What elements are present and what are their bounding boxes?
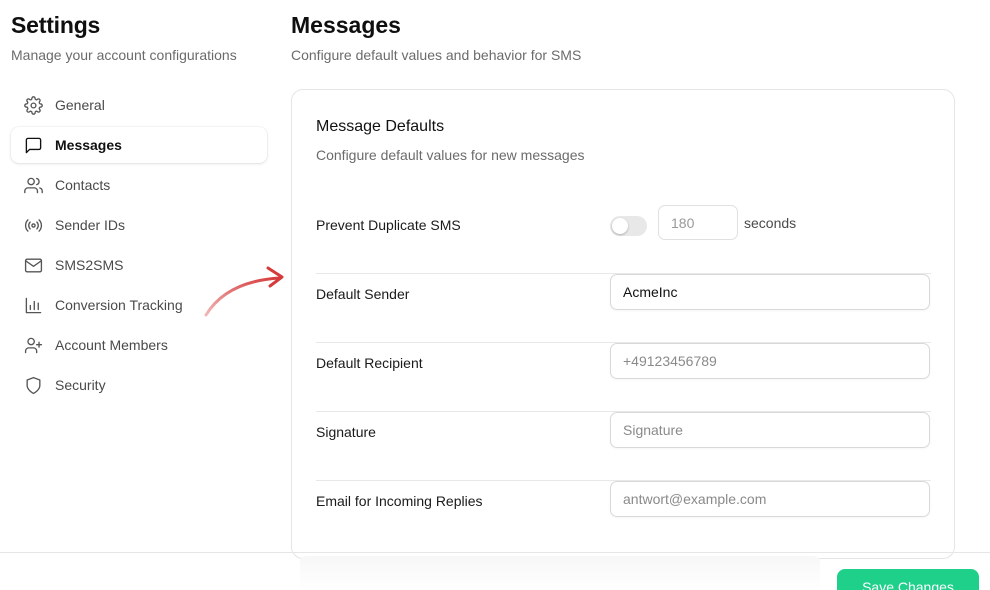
seconds-unit-label: seconds [744, 215, 797, 231]
sidebar-item-label: Contacts [55, 177, 111, 193]
signature-label: Signature [316, 424, 376, 440]
default-recipient-input[interactable] [610, 343, 930, 379]
users-icon [23, 175, 43, 195]
default-recipient-row: Default Recipient [316, 343, 931, 412]
footer-divider [0, 552, 990, 553]
footer-shadow [300, 556, 820, 590]
default-recipient-label: Default Recipient [316, 355, 423, 371]
reply-email-input[interactable] [610, 481, 930, 517]
page-subtitle: Configure default values and behavior fo… [291, 47, 582, 63]
default-sender-input[interactable] [610, 274, 930, 310]
sidebar-item-label: Account Members [55, 337, 168, 353]
sidebar-item-security[interactable]: Security [11, 367, 267, 403]
sidebar-item-contacts[interactable]: Contacts [11, 167, 267, 203]
save-button[interactable]: Save Changes [837, 569, 979, 590]
sidebar-item-label: Messages [55, 137, 122, 153]
sidebar-item-label: SMS2SMS [55, 257, 124, 273]
prevent-duplicate-label: Prevent Duplicate SMS [316, 217, 461, 233]
sidebar-item-label: Sender IDs [55, 217, 126, 233]
sidebar-subtitle: Manage your account configurations [11, 47, 237, 63]
page-title: Messages [291, 12, 401, 38]
sidebar-item-label: Security [55, 377, 106, 393]
reply-email-label: Email for Incoming Replies [316, 493, 483, 509]
card-subtitle: Configure default values for new message… [316, 147, 585, 163]
sidebar-item-account-members[interactable]: Account Members [11, 327, 267, 363]
sidebar-item-messages[interactable]: Messages [11, 127, 267, 163]
message-defaults-card: Message Defaults Configure default value… [291, 89, 955, 559]
radio-broadcast-icon [23, 215, 43, 235]
card-title: Message Defaults [316, 118, 445, 135]
settings-nav: General Messages Contacts Sender IDs SMS… [11, 87, 267, 407]
sidebar-item-label: Conversion Tracking [55, 297, 183, 313]
toggle-knob [612, 218, 628, 234]
default-sender-label: Default Sender [316, 286, 410, 302]
duplicate-seconds-input[interactable] [658, 205, 738, 240]
reply-email-row: Email for Incoming Replies [316, 481, 931, 550]
signature-input[interactable] [610, 412, 930, 448]
sidebar-item-general[interactable]: General [11, 87, 267, 123]
prevent-duplicate-row: Prevent Duplicate SMS seconds [316, 205, 931, 274]
message-square-icon [23, 135, 43, 155]
settings-page: Settings Manage your account configurati… [0, 0, 990, 590]
prevent-duplicate-toggle[interactable] [610, 216, 647, 236]
sidebar-item-sender-ids[interactable]: Sender IDs [11, 207, 267, 243]
user-plus-icon [23, 335, 43, 355]
sidebar-title: Settings [11, 12, 101, 38]
default-sender-row: Default Sender [316, 274, 931, 343]
bar-chart-icon [23, 295, 43, 315]
signature-row: Signature [316, 412, 931, 481]
mail-icon [23, 255, 43, 275]
shield-icon [23, 375, 43, 395]
pointer-arrow-icon [204, 266, 284, 317]
sidebar-item-label: General [55, 97, 105, 113]
gear-icon [23, 95, 43, 115]
